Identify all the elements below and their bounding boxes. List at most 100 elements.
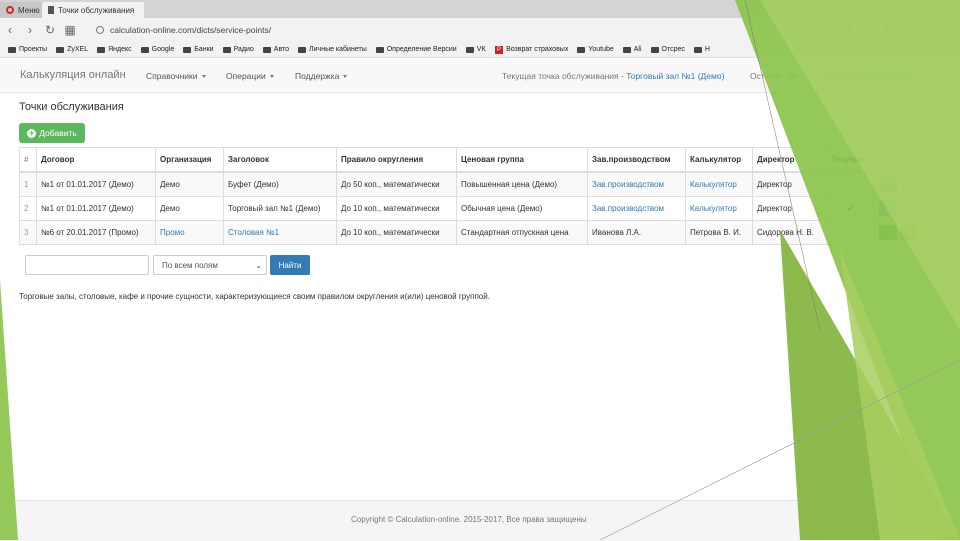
back-icon[interactable]: ‹ bbox=[0, 23, 20, 37]
bookmark-item[interactable]: Личные кабинеты bbox=[298, 46, 367, 53]
bookmark-item[interactable]: Н bbox=[693, 46, 710, 53]
address-bar: ‹ › ↻ ▦ calculation-online.com/dicts/ser… bbox=[0, 18, 960, 42]
bookmark-label: Личные кабинеты bbox=[309, 46, 367, 53]
column-header[interactable]: Текущая bbox=[827, 147, 875, 173]
bookmark-label: Банки bbox=[194, 46, 214, 53]
menu-operations-label: Операции bbox=[226, 71, 266, 81]
bookmark-label: Определение Версии bbox=[386, 46, 457, 53]
search-input[interactable] bbox=[25, 255, 149, 275]
bookmark-item[interactable]: ZyXEL bbox=[56, 46, 88, 53]
column-header[interactable]: Правило округления bbox=[336, 147, 457, 173]
bookmark-item[interactable]: Проекты bbox=[8, 46, 47, 53]
edit-icon-button[interactable]: ✎ bbox=[879, 225, 897, 240]
bookmark-item[interactable]: VK bbox=[465, 46, 487, 53]
manager-link[interactable]: Зав.производством bbox=[592, 204, 664, 213]
column-header[interactable]: Организация bbox=[155, 147, 224, 173]
search-icon-button[interactable]: ⌕ bbox=[879, 201, 897, 216]
brand-link[interactable]: Калькуляция онлайн bbox=[20, 69, 126, 81]
bookmark-label: VK bbox=[476, 46, 487, 53]
menu-dictionaries-label: Справочники bbox=[146, 71, 198, 81]
bookmark-item[interactable]: Банки bbox=[183, 46, 214, 53]
bookmark-item[interactable]: Яндекс bbox=[97, 46, 132, 53]
search-icon-button[interactable]: ⌕ bbox=[879, 177, 897, 192]
cell-calculator: Калькулятор bbox=[685, 196, 753, 221]
folder-icon bbox=[693, 46, 702, 53]
browser-tab-bar: Меню Точки обслуживания – □ ✕ bbox=[0, 0, 960, 18]
column-header[interactable]: Калькулятор bbox=[685, 147, 753, 173]
org-link[interactable]: Промо bbox=[160, 228, 185, 237]
title-link[interactable]: Столовая №1 bbox=[228, 228, 279, 237]
user-name-link[interactable]: Елена Будылко bbox=[852, 71, 913, 81]
bookmark-label: Google bbox=[151, 46, 175, 53]
folder-icon bbox=[140, 46, 149, 53]
bookmark-item[interactable]: Ali bbox=[622, 46, 642, 53]
bookmark-item[interactable]: Радио bbox=[222, 46, 254, 53]
table-row[interactable]: 2 №1 от 01.01.2017 (Демо) Демо Торговый … bbox=[19, 196, 942, 221]
column-header[interactable]: # bbox=[19, 147, 37, 173]
calculator-link[interactable]: Калькулятор bbox=[690, 180, 737, 189]
column-header[interactable]: Ценовая группа bbox=[456, 147, 588, 173]
folder-icon bbox=[56, 46, 65, 53]
bookmarks-bar: Проекты ZyXEL Яндекс Google Банки Радио … bbox=[0, 42, 960, 58]
chevron-down-icon[interactable]: ▾ bbox=[922, 230, 926, 237]
column-header[interactable]: Директор bbox=[752, 147, 828, 173]
table-row[interactable]: 3 №6 от 20.01.2017 (Промо) Промо Столова… bbox=[19, 220, 942, 245]
page-title: Точки обслуживания bbox=[19, 101, 124, 113]
current-point-label: Текущая точка обслуживания - bbox=[502, 71, 624, 81]
cell-rounding: До 50 коп., математически bbox=[336, 171, 457, 197]
search-field-select[interactable]: По всем полям ⌄ bbox=[153, 255, 267, 275]
cell-calculator: Петрова В. И. bbox=[685, 220, 753, 245]
column-header[interactable]: Заголовок bbox=[223, 147, 337, 173]
bookmark-item[interactable]: Авто bbox=[262, 46, 290, 53]
settings-icon-button[interactable]: ⚙ bbox=[900, 225, 918, 240]
menu-support[interactable]: Поддержка bbox=[295, 71, 348, 81]
bookmark-item[interactable]: P Возврат страховых bbox=[495, 45, 568, 54]
folder-icon bbox=[577, 46, 586, 53]
caret-down-icon bbox=[201, 75, 206, 79]
current-point: Текущая точка обслуживания - Торговый за… bbox=[502, 71, 724, 81]
tab-service-points[interactable]: Точки обслуживания bbox=[42, 2, 144, 18]
minimize-button[interactable]: – bbox=[852, 3, 857, 13]
add-button[interactable]: + Добавить bbox=[19, 123, 85, 143]
tab-menu[interactable]: Меню bbox=[0, 2, 48, 18]
close-window-button[interactable]: ✕ bbox=[918, 3, 926, 14]
column-header[interactable]: Зав.производством bbox=[587, 147, 686, 173]
calculator-link[interactable]: Калькулятор bbox=[690, 204, 737, 213]
column-header[interactable]: Договор bbox=[36, 147, 156, 173]
chevron-down-icon[interactable]: ▾ bbox=[901, 182, 905, 189]
cloud-icon[interactable]: ☁ bbox=[883, 22, 893, 33]
green-triangle-bottom bbox=[780, 230, 960, 540]
app-navbar: Калькуляция онлайн Справочники Операции … bbox=[0, 59, 960, 93]
bookmark-item[interactable]: Отсрес bbox=[650, 46, 685, 53]
forward-icon[interactable]: › bbox=[20, 23, 40, 37]
cell-contract: №1 от 01.01.2017 (Демо) bbox=[36, 171, 156, 197]
reload-icon[interactable]: ↻ bbox=[40, 23, 60, 37]
table-header-row: # Договор Организация Заголовок Правило … bbox=[19, 147, 942, 173]
chevron-down-icon: ⌄ bbox=[255, 261, 262, 270]
speed-dial-icon[interactable]: ▦ bbox=[60, 23, 80, 37]
bookmark-item[interactable]: Youtube bbox=[577, 46, 614, 53]
green-triangle-bottom-light bbox=[840, 250, 960, 540]
cell-num: 2 bbox=[19, 196, 37, 221]
table-row[interactable]: 1 №1 от 01.01.2017 (Демо) Демо Буфет (Де… bbox=[19, 171, 942, 197]
bookmark-label: Н bbox=[704, 46, 710, 53]
heart-icon[interactable]: ♡ bbox=[864, 22, 873, 33]
bookmark-label: Авто bbox=[273, 46, 290, 53]
maximize-button[interactable]: □ bbox=[884, 3, 889, 13]
cell-contract: №1 от 01.01.2017 (Демо) bbox=[36, 196, 156, 221]
bookmark-label: Яндекс bbox=[108, 46, 132, 53]
bookmark-item[interactable]: Google bbox=[140, 46, 175, 53]
cell-num: 1 bbox=[19, 171, 37, 197]
folder-icon bbox=[650, 46, 659, 53]
current-point-link[interactable]: Торговый зал №1 (Демо) bbox=[626, 71, 724, 81]
shield-icon[interactable]: ◈ bbox=[846, 22, 854, 33]
tab-active-label: Точки обслуживания bbox=[58, 5, 135, 15]
menu-operations[interactable]: Операции bbox=[226, 71, 274, 81]
site-info-icon[interactable] bbox=[96, 26, 104, 34]
bookmark-item[interactable]: Определение Версии bbox=[375, 46, 457, 53]
manager-link[interactable]: Зав.производством bbox=[592, 180, 664, 189]
find-button[interactable]: Найти bbox=[270, 255, 310, 275]
checkmark-icon: ✔ bbox=[827, 196, 875, 221]
url-field[interactable]: calculation-online.com/dicts/service-poi… bbox=[96, 23, 856, 37]
menu-dictionaries[interactable]: Справочники bbox=[146, 71, 206, 81]
